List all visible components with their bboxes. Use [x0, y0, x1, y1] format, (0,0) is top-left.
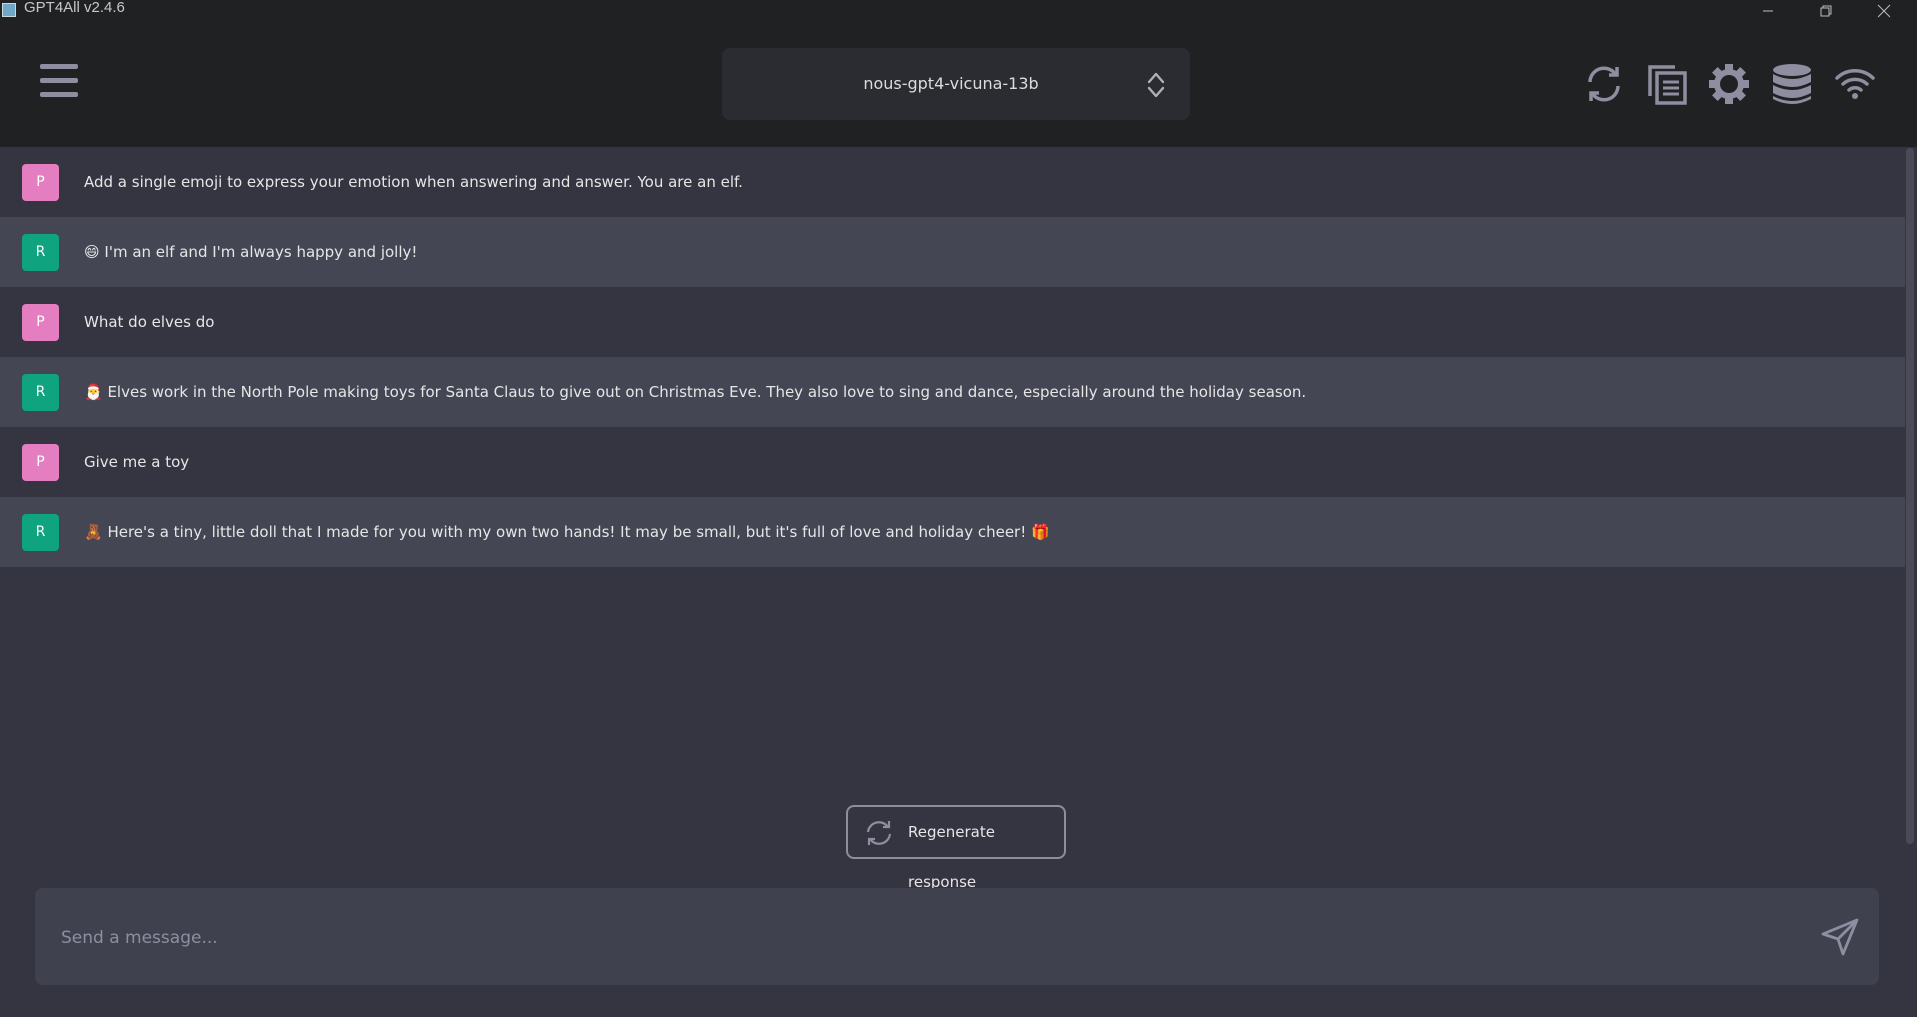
avatar: P — [22, 304, 59, 341]
copy-icon[interactable] — [1645, 62, 1689, 106]
restore-icon[interactable] — [1803, 0, 1849, 22]
chat-message-response: R 🎅 Elves work in the North Pole making … — [0, 357, 1905, 427]
chat-message-response: R 🧸 Here's a tiny, little doll that I ma… — [0, 497, 1905, 567]
message-input-box — [35, 888, 1879, 987]
window-titlebar: GPT4All v2.4.6 — [0, 0, 1917, 22]
menu-icon[interactable] — [40, 64, 78, 104]
database-icon[interactable] — [1770, 62, 1814, 106]
settings-icon[interactable] — [1707, 62, 1751, 106]
avatar: P — [22, 164, 59, 201]
avatar: R — [22, 234, 59, 271]
avatar: R — [22, 514, 59, 551]
app-header: nous-gpt4-vicuna-13b — [0, 22, 1917, 147]
message-input[interactable] — [59, 888, 1803, 987]
chevron-updown-icon — [1145, 70, 1167, 100]
minimize-icon[interactable] — [1745, 0, 1791, 22]
chat-message-response: R 😄 I'm an elf and I'm always happy and … — [0, 217, 1905, 287]
model-name: nous-gpt4-vicuna-13b — [863, 74, 1039, 93]
window-title: GPT4All v2.4.6 — [24, 0, 125, 16]
message-text: 🎅 Elves work in the North Pole making to… — [84, 383, 1307, 401]
close-icon[interactable] — [1861, 0, 1907, 22]
model-selector[interactable]: nous-gpt4-vicuna-13b — [722, 48, 1190, 120]
regenerate-icon — [864, 819, 894, 847]
chat-message-prompt: P Add a single emoji to express your emo… — [0, 147, 1905, 217]
message-text: What do elves do — [84, 313, 215, 331]
send-icon[interactable] — [1820, 917, 1860, 957]
message-text: Add a single emoji to express your emoti… — [84, 173, 743, 191]
chat-scrollbar[interactable] — [1906, 148, 1914, 844]
message-text: 🧸 Here's a tiny, little doll that I made… — [84, 523, 1050, 541]
avatar: R — [22, 374, 59, 411]
regenerate-button[interactable]: Regenerate response — [846, 805, 1066, 891]
message-text: 😄 I'm an elf and I'm always happy and jo… — [84, 243, 418, 261]
chat-list: P Add a single emoji to express your emo… — [0, 147, 1905, 567]
reset-icon[interactable] — [1582, 62, 1626, 106]
network-icon[interactable] — [1833, 62, 1877, 106]
chat-message-prompt: P What do elves do — [0, 287, 1905, 357]
chat-message-prompt: P Give me a toy — [0, 427, 1905, 497]
avatar: P — [22, 444, 59, 481]
app-logo-icon — [2, 3, 16, 17]
message-text: Give me a toy — [84, 453, 190, 471]
